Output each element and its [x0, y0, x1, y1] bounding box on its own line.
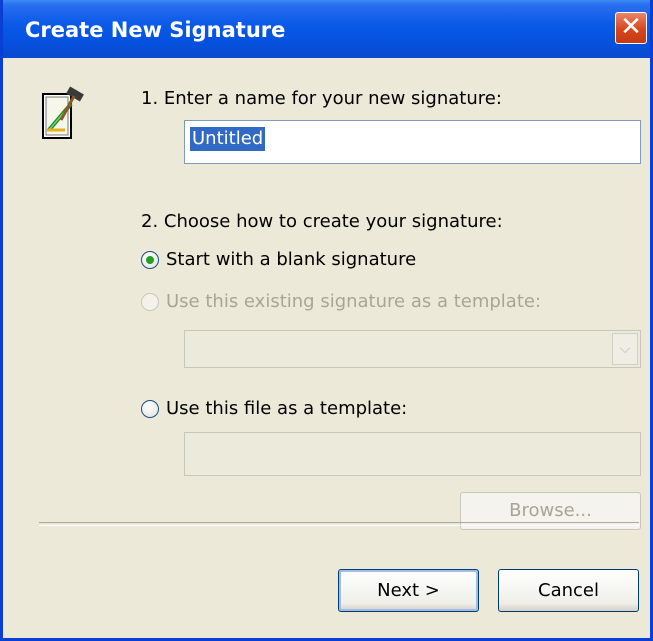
cancel-button[interactable]: Cancel	[498, 569, 639, 612]
create-signature-dialog: Create New Signature ✕ 1. Enter a name f…	[0, 0, 653, 641]
title-bar[interactable]: Create New Signature ✕	[3, 0, 650, 58]
option-blank-label[interactable]: Start with a blank signature	[166, 249, 416, 270]
option-existing-label[interactable]: Use this existing signature as a templat…	[166, 291, 541, 312]
signature-name-input[interactable]: Untitled	[184, 120, 641, 164]
option-file-label[interactable]: Use this file as a template:	[166, 398, 407, 419]
close-icon: ✕	[620, 12, 642, 42]
divider	[39, 522, 639, 526]
chevron-down-icon[interactable]: ⌵	[612, 333, 638, 365]
radio-selected-dot	[146, 256, 154, 264]
step2-label: 2. Choose how to create your signature:	[141, 211, 503, 232]
signature-wizard-icon	[42, 86, 84, 139]
radio-file-template[interactable]	[141, 400, 159, 418]
signature-name-value: Untitled	[190, 127, 266, 151]
existing-signature-dropdown[interactable]: ⌵	[184, 330, 641, 368]
close-button[interactable]: ✕	[615, 12, 647, 44]
file-path-field[interactable]	[184, 432, 641, 476]
step1-label: 1. Enter a name for your new signature:	[141, 88, 502, 109]
radio-blank-signature[interactable]	[141, 251, 159, 269]
radio-existing-template[interactable]	[141, 293, 159, 311]
dialog-title: Create New Signature	[25, 18, 286, 42]
next-button[interactable]: Next >	[338, 569, 479, 612]
